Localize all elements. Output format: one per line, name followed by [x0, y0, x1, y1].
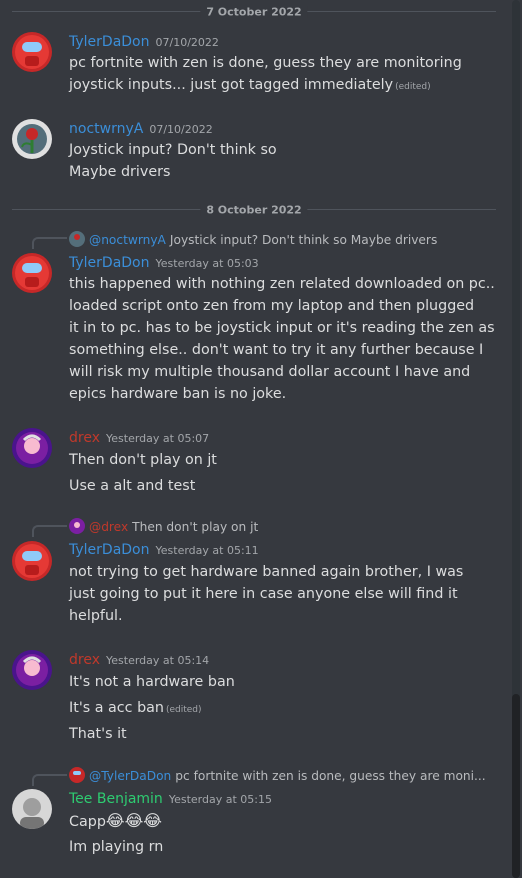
reply-avatar-icon — [69, 231, 85, 247]
edited-label: (edited) — [165, 705, 202, 715]
among-us-avatar-icon — [12, 253, 52, 293]
username[interactable]: TylerDaDon — [69, 255, 150, 271]
avatar[interactable] — [12, 253, 52, 293]
message-text: It's not a hardware ban — [69, 674, 235, 690]
avatar[interactable] — [12, 32, 52, 72]
scrollbar-thumb[interactable] — [512, 694, 520, 878]
reply-spine — [32, 237, 67, 249]
photo-avatar-icon — [12, 789, 52, 829]
avatar[interactable] — [12, 119, 52, 159]
message-header: Tee Benjamin Yesterday at 05:15 — [69, 791, 272, 807]
message-text: it in to pc. has to be joystick input or… — [69, 320, 495, 336]
reply-avatar-icon — [69, 767, 85, 783]
reply-username[interactable]: @noctwrnyA — [89, 233, 166, 247]
message-text: joystick inputs... just got tagged immed… — [69, 74, 431, 98]
timestamp: 07/10/2022 — [149, 123, 213, 136]
message-header: TylerDaDon Yesterday at 05:03 — [69, 255, 259, 271]
message-header: noctwrnyA 07/10/2022 — [69, 121, 213, 137]
date-divider-label: 8 October 2022 — [200, 203, 308, 217]
message-text: pc fortnite with zen is done, guess they… — [69, 55, 462, 71]
message-text: helpful. — [69, 608, 123, 624]
among-us-avatar-icon — [12, 32, 52, 72]
message-text: Capp😂😂😂 — [69, 810, 162, 833]
purple-avatar-icon — [12, 650, 52, 690]
message-header: TylerDaDon Yesterday at 05:11 — [69, 542, 259, 558]
timestamp: 07/10/2022 — [155, 36, 219, 49]
reply-username[interactable]: @drex — [89, 520, 128, 534]
username[interactable]: drex — [69, 430, 100, 446]
message-text: not trying to get hardware banned again … — [69, 564, 464, 580]
message-text-content: Capp — [69, 814, 106, 830]
reply-text: Then don't play on jt — [132, 520, 259, 534]
date-divider: 8 October 2022 — [12, 203, 496, 217]
message-text: Joystick input? Don't think so — [69, 142, 277, 158]
reply-text: pc fortnite with zen is done, guess they… — [175, 769, 486, 783]
username[interactable]: Tee Benjamin — [69, 791, 163, 807]
edited-label: (edited) — [395, 82, 431, 92]
message-text: something else.. don't want to try it an… — [69, 342, 484, 358]
reply-preview[interactable]: @drex Then don't play on jt — [69, 518, 258, 534]
message-text-content: joystick inputs... just got tagged immed… — [69, 77, 394, 93]
message-text-content: It's a acc ban — [69, 700, 164, 716]
message-text: Im playing rn — [69, 839, 164, 855]
reply-text: Joystick input? Don't think so Maybe dri… — [169, 233, 438, 247]
timestamp: Yesterday at 05:07 — [106, 432, 210, 445]
message-text: will risk my multiple thousand dollar ac… — [69, 364, 471, 380]
message-text: just going to put it here in case anyone… — [69, 586, 458, 602]
message-text: That's it — [69, 726, 127, 742]
date-divider: 7 October 2022 — [12, 5, 496, 19]
timestamp: Yesterday at 05:11 — [155, 544, 259, 557]
username[interactable]: noctwrnyA — [69, 121, 143, 137]
date-divider-label: 7 October 2022 — [200, 5, 308, 19]
username[interactable]: drex — [69, 652, 100, 668]
avatar[interactable] — [12, 650, 52, 690]
message-list[interactable]: 7 October 2022 TylerDaDon 07/10/2022 pc f… — [0, 0, 510, 878]
message-header: drex Yesterday at 05:07 — [69, 430, 209, 446]
message-text: Use a alt and test — [69, 478, 196, 494]
rose-avatar-icon — [12, 119, 52, 159]
message-text: It's a acc ban (edited) — [69, 697, 202, 721]
reply-spine — [32, 774, 67, 786]
message-text: epics hardware ban is no joke. — [69, 386, 287, 402]
laughing-emoji[interactable]: 😂😂😂 — [106, 811, 162, 830]
message-text: loaded script onto zen from my laptop an… — [69, 298, 475, 314]
username[interactable]: TylerDaDon — [69, 34, 150, 50]
avatar[interactable] — [12, 541, 52, 581]
purple-avatar-icon — [12, 428, 52, 468]
message-text: Then don't play on jt — [69, 452, 217, 468]
avatar[interactable] — [12, 789, 52, 829]
timestamp: Yesterday at 05:15 — [168, 793, 272, 806]
reply-spine — [32, 525, 67, 537]
timestamp: Yesterday at 05:14 — [106, 654, 210, 667]
message-text: this happened with nothing zen related d… — [69, 276, 495, 292]
among-us-avatar-icon — [12, 541, 52, 581]
avatar[interactable] — [12, 428, 52, 468]
reply-preview[interactable]: @TylerDaDon pc fortnite with zen is done,… — [69, 767, 486, 783]
timestamp: Yesterday at 05:03 — [155, 257, 259, 270]
username[interactable]: TylerDaDon — [69, 542, 150, 558]
reply-username[interactable]: @TylerDaDon — [89, 769, 171, 783]
reply-avatar-icon — [69, 518, 85, 534]
message-header: TylerDaDon 07/10/2022 — [69, 34, 219, 50]
message-text: Maybe drivers — [69, 164, 171, 180]
reply-preview[interactable]: @noctwrnyA Joystick input? Don't think so… — [69, 231, 437, 247]
message-header: drex Yesterday at 05:14 — [69, 652, 209, 668]
